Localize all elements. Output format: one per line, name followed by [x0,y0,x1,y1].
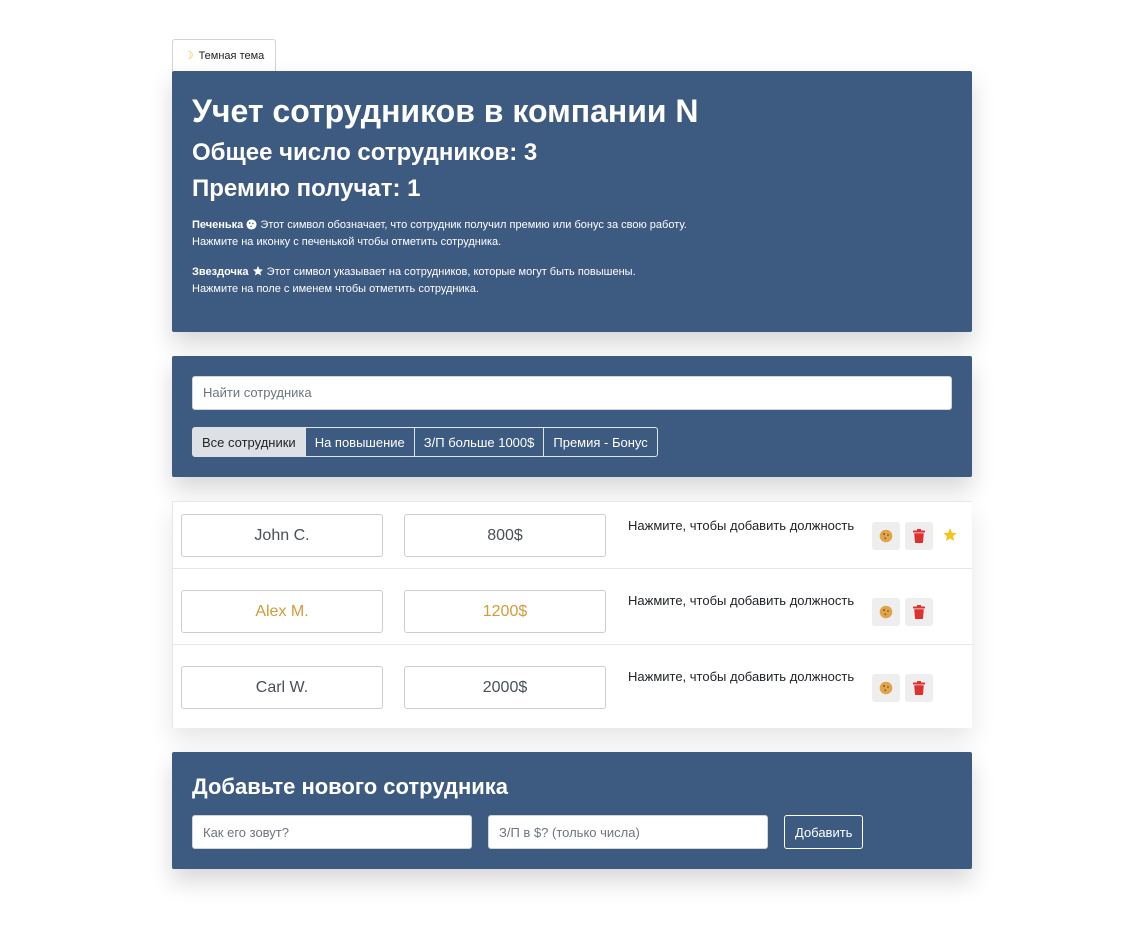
trash-icon [913,605,925,619]
star-icon [252,266,263,276]
cookie-button[interactable] [872,674,900,702]
filter-bonus[interactable]: Премия - Бонус [543,427,658,457]
employee-position[interactable]: Нажмите, чтобы добавить должность [628,518,854,533]
page-title: Учет сотрудников в компании N [192,93,699,129]
star-icon [943,528,957,541]
cookie-button[interactable] [872,598,900,626]
filter-salary-over-1000[interactable]: З/П больше 1000$ [413,427,545,457]
add-employee-form: Как его зовут? З/П в $? (только числа) Д… [192,815,864,849]
legend-star: Звездочка Этот символ указывает на сотру… [192,264,952,297]
legend-star-text: Этот символ указывает на сотрудников, ко… [266,266,636,278]
cookie-icon [879,681,893,695]
employee-list: John C. 800$ Нажмите, чтобы добавить дол… [172,501,972,728]
legend-cookie: Печенька Этот символ обозначает, что сот… [192,217,952,250]
search-input[interactable]: Найти сотрудника [192,376,952,410]
employee-name[interactable]: Carl W. [181,666,383,709]
employee-name[interactable]: John C. [181,514,383,557]
delete-button[interactable] [905,674,933,702]
legend-cookie-hint: Нажмите на иконку с печенькой чтобы отме… [192,235,502,248]
trash-icon [913,529,925,543]
total-employees: Общее число сотрудников: 3 [192,139,538,166]
moon-icon: ☽ [183,50,194,62]
cookie-icon [879,529,893,543]
cookie-button[interactable] [872,522,900,550]
cookie-icon [246,219,257,230]
theme-toggle-label: Темная тема [198,49,265,62]
add-employee-panel: Добавьте нового сотрудника Как его зовут… [172,752,972,869]
add-button[interactable]: Добавить [784,815,864,849]
legend-cookie-text: Этот символ обозначает, что сотрудник по… [260,219,687,231]
cookie-icon [879,605,893,619]
employee-row: Alex M. 1200$ Нажмите, чтобы добавить до… [172,568,972,645]
employee-salary[interactable]: 1200$ [404,590,606,633]
search-panel: Найти сотрудника Все сотрудники На повыш… [172,356,972,477]
employee-salary[interactable]: 800$ [404,514,606,557]
employee-row: Carl W. 2000$ Нажмите, чтобы добавить до… [172,644,972,728]
filter-group: Все сотрудники На повышение З/П больше 1… [192,427,952,457]
legend-star-name: Звездочка [192,266,249,278]
theme-toggle-button[interactable]: ☽ Темная тема [172,39,276,71]
app-header: Учет сотрудников в компании N Общее числ… [172,71,972,332]
new-salary-input[interactable]: З/П в $? (только числа) [488,815,768,849]
employee-row: John C. 800$ Нажмите, чтобы добавить дол… [172,501,972,569]
legend-star-hint: Нажмите на поле с именем чтобы отметить … [192,282,479,295]
employee-position[interactable]: Нажмите, чтобы добавить должность [628,593,854,608]
bonus-count: Премию получат: 1 [192,175,421,202]
legend-cookie-name: Печенька [192,219,244,231]
delete-button[interactable] [905,522,933,550]
delete-button[interactable] [905,598,933,626]
employee-position[interactable]: Нажмите, чтобы добавить должность [628,669,854,684]
new-name-input[interactable]: Как его зовут? [192,815,472,849]
filter-promotion[interactable]: На повышение [304,427,415,457]
trash-icon [913,681,925,695]
employee-name[interactable]: Alex M. [181,590,383,633]
add-employee-title: Добавьте нового сотрудника [192,774,509,799]
filter-all[interactable]: Все сотрудники [192,427,306,457]
employee-salary[interactable]: 2000$ [404,666,606,709]
